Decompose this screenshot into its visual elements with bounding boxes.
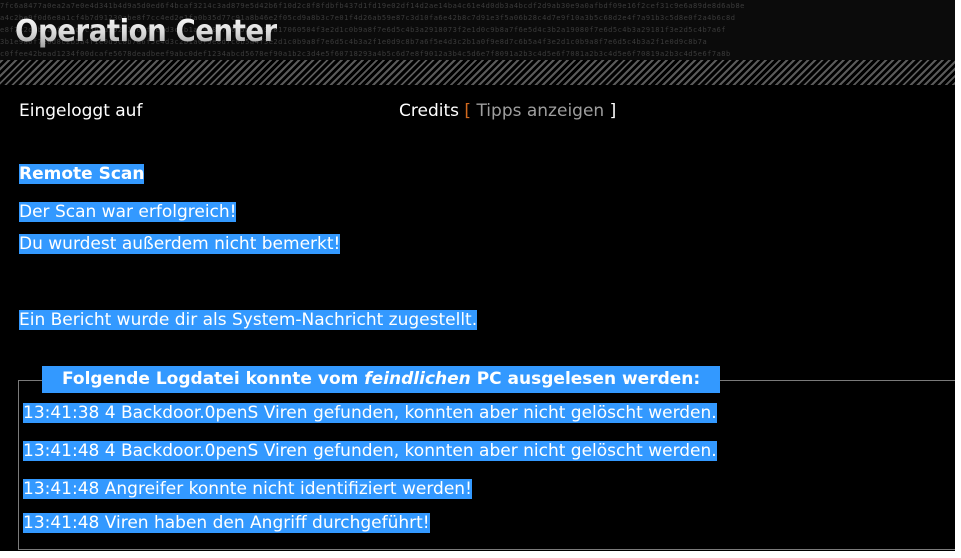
app-logo: Operation Center [15, 14, 277, 49]
log-entry: 13:41:38 4 Backdoor.0penS Viren gefunden… [23, 400, 717, 427]
credits-group: Credits [ Tipps anzeigen ] [399, 101, 616, 121]
show-tips-link[interactable]: Tipps anzeigen [476, 101, 604, 121]
header-noise-area: 7fc6a8477a0ea2a7e0e4d341b4d9a5d0ed6f4bca… [0, 0, 955, 60]
log-legend-suffix: PC ausgelesen werden: [470, 369, 701, 389]
scan-undetected-line: Du wurdest außerdem nicht bemerkt! [19, 232, 341, 256]
logged-in-label: Eingeloggt auf [19, 101, 143, 121]
scan-success-message: Der Scan war erfolgreich! [19, 202, 237, 222]
scan-success-line: Der Scan war erfolgreich! [19, 200, 237, 224]
credits-label: Credits [399, 101, 459, 121]
header-banner: 7fc6a8477a0ea2a7e0e4d341b4d9a5d0ed6f4bca… [0, 0, 955, 85]
log-entry-text: 13:41:48 Viren haben den Angriff durchge… [23, 513, 430, 533]
scan-title-line: Remote Scan [19, 162, 145, 186]
report-message: Ein Bericht wurde dir als System-Nachric… [19, 310, 478, 330]
info-bar: Eingeloggt auf Credits [ Tipps anzeigen … [0, 101, 955, 125]
log-entry-text: 13:41:48 Angreifer konnte nicht identifi… [23, 479, 472, 499]
bracket-open: [ [464, 101, 472, 121]
header-noise-line: c0ffee42bead1234f00dcafe5678deadbeef9abc… [0, 50, 731, 58]
scan-undetected-message: Du wurdest außerdem nicht bemerkt! [19, 234, 341, 254]
log-entry: 13:41:48 Viren haben den Angriff durchge… [23, 510, 430, 537]
scan-title: Remote Scan [19, 164, 145, 184]
bracket-close: ] [609, 101, 617, 121]
report-line: Ein Bericht wurde dir als System-Nachric… [19, 308, 478, 332]
page-frame: 7fc6a8477a0ea2a7e0e4d341b4d9a5d0ed6f4bca… [0, 0, 955, 551]
log-legend-emphasis: feindlichen [364, 369, 471, 389]
log-entry: 13:41:48 4 Backdoor.0penS Viren gefunden… [23, 438, 717, 465]
log-entry-text: 13:41:48 4 Backdoor.0penS Viren gefunden… [23, 441, 717, 461]
log-legend-prefix: Folgende Logdatei konnte vom [62, 369, 365, 389]
log-entry: 13:41:48 Angreifer konnte nicht identifi… [23, 476, 472, 503]
log-entry-text: 13:41:38 4 Backdoor.0penS Viren gefunden… [23, 403, 717, 423]
log-legend: Folgende Logdatei konnte vom feindlichen… [42, 366, 721, 393]
header-noise-line: 7fc6a8477a0ea2a7e0e4d341b4d9a5d0ed6f4bca… [0, 2, 745, 10]
